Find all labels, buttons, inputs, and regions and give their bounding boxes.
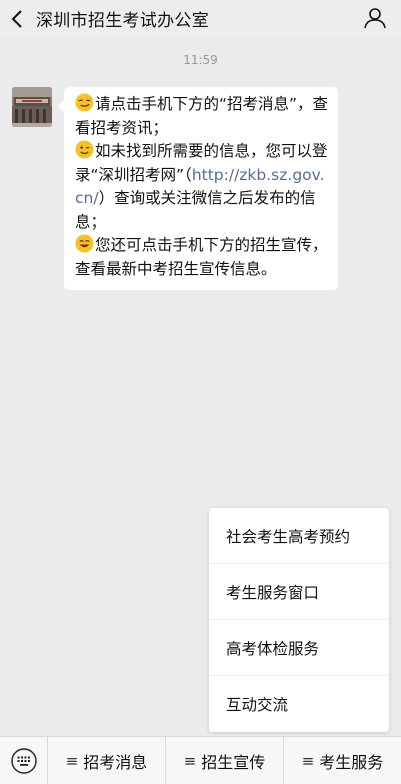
- bottom-menu-bar: ≡ 招考消息 ≡ 招生宣传 ≡ 考生服务: [0, 736, 401, 784]
- wink-emoji-icon: [75, 140, 94, 159]
- chevron-left-icon: [11, 9, 22, 28]
- keyboard-icon: [10, 747, 37, 774]
- profile-button[interactable]: [363, 6, 387, 30]
- keyboard-toggle-button[interactable]: [0, 736, 48, 784]
- service-submenu: 社会考生高考预约 考生服务窗口 高考体检服务 互动交流: [209, 508, 389, 732]
- submenu-item-service-window[interactable]: 考生服务窗口: [209, 564, 389, 620]
- top-bar: 深圳市招生考试办公室: [0, 0, 401, 37]
- menu-admission-promo-label: 招生宣传: [201, 752, 266, 772]
- submenu-item-interaction[interactable]: 互动交流: [209, 676, 389, 732]
- person-icon: [364, 8, 386, 29]
- message-line-1: 请点击手机下方的“招考消息”，查看招考资讯；: [75, 95, 329, 137]
- menu-glyph-icon: ≡: [65, 751, 79, 770]
- smirk-emoji-icon: [75, 93, 94, 112]
- message-line-2-after: ）查询或关注微信之后发布的信息；: [75, 189, 316, 231]
- building-image: [12, 87, 52, 127]
- message-line-3: 您还可点击手机下方的招生宣传，查看最新中考招生宣传信息。: [75, 236, 328, 278]
- menu-glyph-icon: ≡: [183, 751, 197, 770]
- menu-exam-news-label: 招考消息: [83, 752, 148, 772]
- menu-admission-promo[interactable]: ≡ 招生宣传: [166, 736, 284, 784]
- menu-student-services[interactable]: ≡ 考生服务: [284, 737, 401, 784]
- submenu-item-health-check[interactable]: 高考体检服务: [209, 620, 389, 676]
- account-avatar[interactable]: [12, 87, 52, 127]
- menu-student-services-label: 考生服务: [319, 752, 384, 772]
- message-timestamp: 11:59: [183, 53, 218, 67]
- grin-emoji-icon: [75, 234, 94, 253]
- back-button[interactable]: [0, 0, 34, 37]
- submenu-item-social-exam-booking[interactable]: 社会考生高考预约: [209, 508, 389, 564]
- chat-title: 深圳市招生考试办公室: [36, 11, 209, 31]
- menu-exam-news[interactable]: ≡ 招考消息: [48, 736, 166, 784]
- menu-glyph-icon: ≡: [301, 751, 315, 770]
- message-bubble[interactable]: 请点击手机下方的“招考消息”，查看招考资讯； 如未找到所需要的信息，您可以登录“…: [58, 87, 338, 290]
